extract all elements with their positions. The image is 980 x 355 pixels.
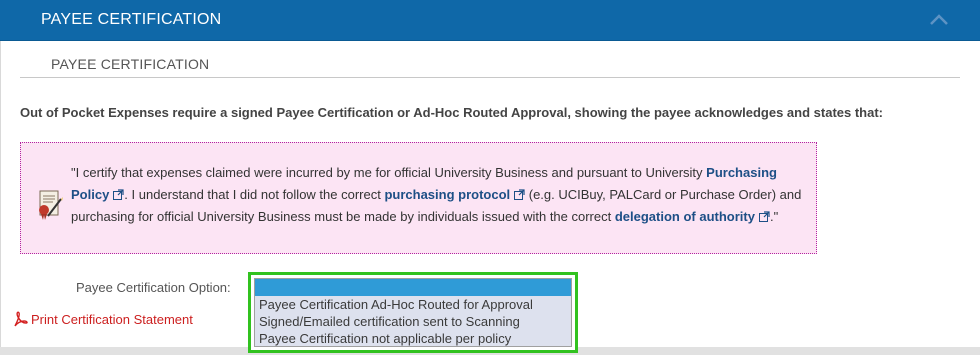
section-title: PAYEE CERTIFICATION (51, 56, 210, 72)
payee-certification-options[interactable]: Payee Certification Ad-Hoc Routed for Ap… (254, 278, 572, 347)
print-certification-text: Print Certification Statement (31, 312, 193, 327)
external-link-icon (113, 189, 124, 200)
external-link-icon (758, 211, 770, 222)
option-item[interactable]: Payee Certification not applicable per p… (255, 330, 571, 346)
option-item[interactable]: Payee Certification Ad-Hoc Routed for Ap… (255, 296, 571, 313)
certification-text-4: ." (769, 209, 779, 224)
chevron-up-icon[interactable] (928, 12, 950, 28)
purchasing-protocol-link[interactable]: purchasing protocol (384, 187, 525, 202)
certification-notice: "I certify that expenses claimed were in… (20, 142, 817, 254)
panel-left-border (0, 41, 1, 355)
certificate-pen-icon (39, 190, 63, 220)
delegation-of-authority-link[interactable]: delegation of authority (615, 209, 770, 224)
option-blank[interactable] (255, 279, 571, 296)
certification-text-1: "I certify that expenses claimed were in… (71, 165, 707, 180)
panel-header-title: PAYEE CERTIFICATION (41, 11, 222, 28)
option-item[interactable]: Signed/Emailed certification sent to Sca… (255, 313, 571, 330)
certification-statement: "I certify that expenses claimed were in… (71, 162, 811, 228)
certification-text-2: . I understand that I did not follow the… (124, 187, 385, 202)
intro-text: Out of Pocket Expenses require a signed … (20, 105, 884, 120)
payee-certification-select[interactable]: Payee Certification Ad-Hoc Routed for Ap… (248, 272, 578, 353)
payee-certification-option-label: Payee Certification Option: (76, 280, 231, 295)
pdf-icon (14, 311, 28, 327)
panel-header[interactable]: PAYEE CERTIFICATION (0, 0, 980, 41)
section-divider (20, 77, 960, 78)
external-link-icon (514, 189, 525, 200)
